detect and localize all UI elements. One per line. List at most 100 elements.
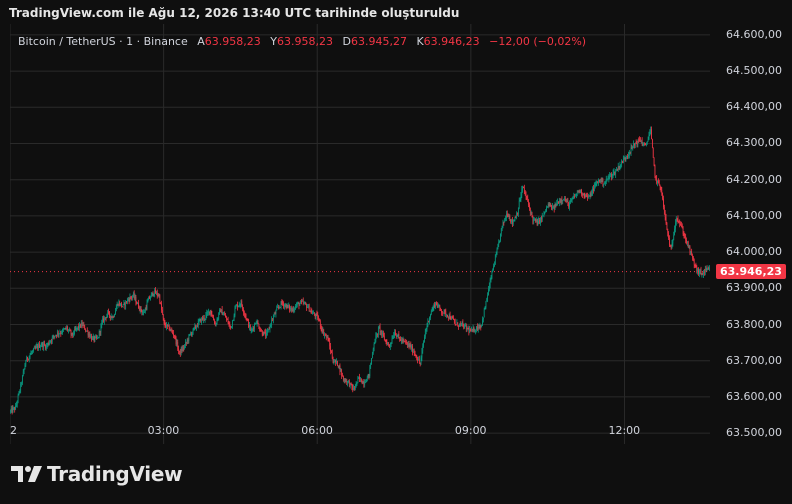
candle-body bbox=[698, 270, 700, 274]
candle-body bbox=[547, 203, 549, 207]
candle-body bbox=[37, 345, 39, 349]
candle-body bbox=[706, 268, 708, 270]
candle-body bbox=[491, 270, 493, 279]
candle-body bbox=[676, 218, 678, 220]
candle-body bbox=[684, 235, 686, 237]
candle-body bbox=[645, 144, 646, 145]
candle-body bbox=[578, 190, 580, 193]
candle-body bbox=[524, 191, 526, 195]
candle-body bbox=[529, 205, 530, 208]
candle-body bbox=[148, 296, 150, 301]
candle-body bbox=[413, 351, 415, 354]
candle-body bbox=[532, 216, 534, 222]
candle-body bbox=[183, 347, 185, 349]
candle-body bbox=[85, 329, 86, 331]
candle-body bbox=[672, 239, 674, 244]
candle-body bbox=[221, 309, 223, 315]
candle-body bbox=[437, 306, 439, 308]
candle-body bbox=[208, 311, 209, 313]
candle-body bbox=[190, 333, 191, 335]
candle-body bbox=[216, 319, 218, 324]
candle-body bbox=[209, 310, 211, 314]
candle-body bbox=[234, 308, 236, 316]
candle-body bbox=[282, 302, 284, 304]
chart-title: TradingView.com ile Ağu 12, 2026 13:40 U… bbox=[9, 6, 460, 20]
candle-body bbox=[57, 332, 59, 335]
tradingview-logo-icon bbox=[11, 466, 42, 482]
candle-body bbox=[268, 328, 270, 330]
candle-body bbox=[385, 340, 387, 342]
candle-body bbox=[228, 323, 230, 325]
candle-body bbox=[584, 195, 586, 197]
candle-body bbox=[539, 219, 541, 223]
price-chart[interactable] bbox=[10, 24, 710, 444]
candle-body bbox=[569, 202, 570, 208]
candle-body bbox=[211, 313, 213, 317]
candle-body bbox=[121, 303, 122, 307]
candle-body bbox=[34, 347, 36, 349]
candle-body bbox=[535, 219, 536, 221]
candle-body bbox=[13, 407, 15, 409]
candle-body bbox=[96, 336, 97, 339]
candle-body bbox=[520, 195, 522, 200]
candle-body bbox=[98, 337, 99, 338]
candle-body bbox=[313, 312, 314, 314]
candle-body bbox=[225, 315, 226, 318]
candle-body bbox=[191, 333, 192, 335]
candle-body bbox=[701, 273, 703, 275]
candle-body bbox=[24, 365, 26, 369]
symbol-label[interactable]: Bitcoin / TetherUS · 1 · Binance bbox=[18, 35, 188, 48]
candle-body bbox=[235, 305, 237, 309]
tradingview-logo[interactable]: TradingView bbox=[11, 462, 183, 486]
candle-body bbox=[470, 329, 471, 332]
candle-body bbox=[187, 340, 189, 341]
candle-body bbox=[504, 219, 506, 223]
candle-body bbox=[376, 333, 377, 336]
candle-body bbox=[56, 335, 57, 336]
candle-body bbox=[93, 336, 95, 341]
candle-body bbox=[189, 334, 191, 335]
candle-body bbox=[170, 329, 172, 331]
candle-body bbox=[97, 337, 98, 339]
candle-body bbox=[570, 200, 572, 202]
candle-body bbox=[391, 338, 393, 343]
candle-body bbox=[582, 193, 584, 196]
candle-body bbox=[179, 351, 181, 355]
candle-body bbox=[586, 194, 587, 196]
candle-body bbox=[327, 336, 329, 341]
price-tick-label: 64.100,00 bbox=[726, 208, 782, 222]
candle-body bbox=[38, 344, 39, 349]
candle-body bbox=[302, 300, 304, 304]
candle-body bbox=[674, 228, 675, 236]
candle-body bbox=[176, 342, 178, 345]
candle-body bbox=[565, 201, 567, 203]
candle-body bbox=[26, 357, 27, 362]
candle-body bbox=[213, 317, 214, 321]
candle-body bbox=[558, 200, 560, 204]
candle-body bbox=[200, 318, 202, 323]
candle-body bbox=[81, 323, 83, 326]
candle-body bbox=[488, 289, 489, 295]
candle-body bbox=[21, 383, 22, 385]
candle-body bbox=[202, 318, 203, 320]
candle-body bbox=[430, 314, 431, 318]
candle-body bbox=[334, 360, 336, 363]
candle-body bbox=[86, 330, 87, 332]
candle-body bbox=[366, 376, 368, 382]
candle-body bbox=[80, 323, 82, 328]
candle-body bbox=[230, 325, 232, 328]
candle-body bbox=[55, 335, 57, 337]
candle-body bbox=[620, 164, 622, 166]
candle-body bbox=[621, 160, 622, 165]
candle-body bbox=[224, 314, 226, 316]
chart-area[interactable] bbox=[10, 24, 710, 444]
candle-body bbox=[341, 370, 342, 376]
candle-body bbox=[203, 317, 205, 320]
candle-body bbox=[98, 331, 100, 338]
candle-body bbox=[497, 245, 499, 250]
candle-body bbox=[400, 339, 401, 341]
candle-body bbox=[708, 268, 710, 270]
candle-body bbox=[195, 325, 197, 328]
candle-body bbox=[259, 328, 261, 331]
candle-body bbox=[159, 295, 161, 303]
